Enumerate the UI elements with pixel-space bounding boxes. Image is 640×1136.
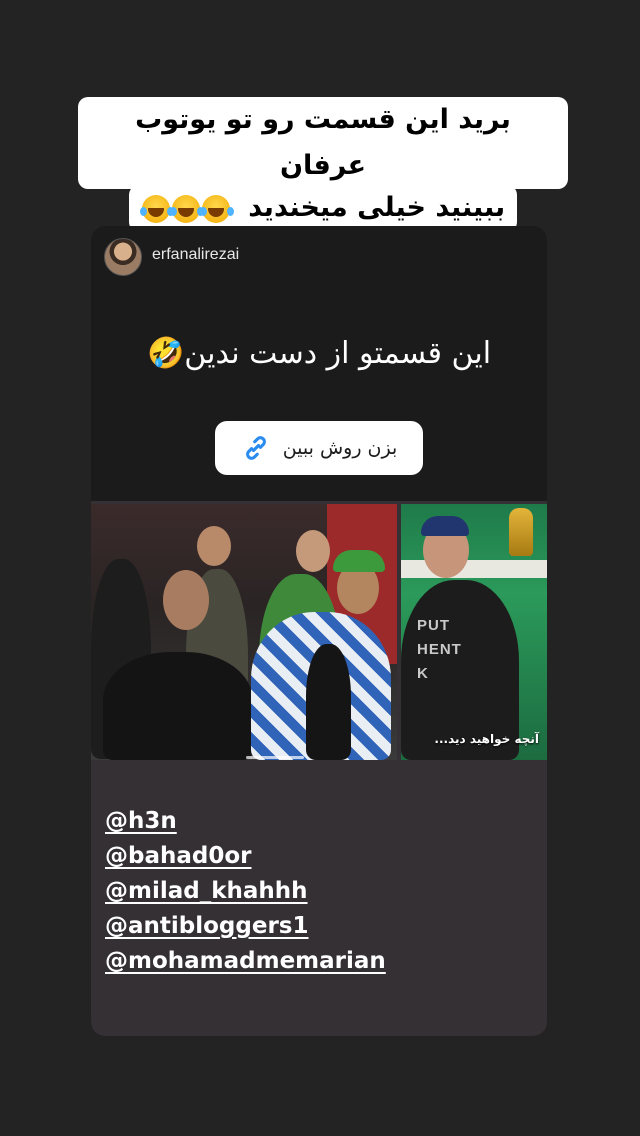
- mention-link[interactable]: @bahad0or: [105, 839, 386, 874]
- shared-post-card[interactable]: erfanalirezai این قسمتو از دست ندین🤣 بزن…: [91, 226, 547, 1036]
- person-head: [296, 530, 330, 572]
- mention-link[interactable]: @mohamadmemarian: [105, 944, 386, 979]
- person-head: [197, 526, 231, 566]
- mention-link[interactable]: @milad_khahhh: [105, 874, 386, 909]
- shirt-text-line: K: [417, 665, 429, 682]
- story-screen: برید این قسمت رو تو یوتوب عرفان ببینید خ…: [0, 0, 640, 1136]
- post-headline: این قسمتو از دست ندین🤣: [146, 336, 492, 371]
- link-sticker[interactable]: بزن روش ببین: [215, 421, 423, 475]
- person-head: [163, 570, 209, 630]
- video-overlay-text: آنچه خواهید دید...: [434, 732, 539, 746]
- green-cap: [333, 550, 385, 572]
- laughing-face-icon: [139, 195, 170, 223]
- caption-line-2-wrap: ببینید خیلی میخندید: [128, 185, 518, 232]
- video-progress-bar: [246, 756, 304, 759]
- link-sticker-label: بزن روش ببین: [282, 437, 398, 459]
- caption-line-2: ببینید خیلی میخندید: [248, 192, 506, 223]
- trophy-icon: [509, 508, 533, 556]
- video-thumbnail-side[interactable]: PUT HENT K آنچه خواهید دید...: [401, 504, 547, 760]
- shirt-text-line: PUT: [417, 617, 450, 634]
- laughing-face-icon: [199, 195, 230, 223]
- person-figure: [306, 644, 351, 760]
- mention-link[interactable]: @h3n: [105, 804, 386, 839]
- shirt-text-line: HENT: [417, 641, 462, 658]
- laughing-emoji-group: [139, 186, 231, 232]
- post-username[interactable]: erfanalirezai: [152, 246, 239, 264]
- mention-link[interactable]: @antibloggers1: [105, 909, 386, 944]
- video-thumbnail-main[interactable]: [91, 504, 397, 760]
- shelf: [401, 560, 547, 578]
- caption-line-1: برید این قسمت رو تو یوتوب عرفان: [78, 97, 568, 189]
- avatar[interactable]: [104, 238, 142, 276]
- person-figure: [103, 652, 253, 760]
- shirt-print: PUT HENT K: [417, 614, 462, 686]
- mentions-list: @h3n @bahad0or @milad_khahhh @antiblogge…: [105, 804, 386, 979]
- blue-cap: [421, 516, 469, 536]
- link-icon: [245, 436, 266, 460]
- laughing-face-icon: [169, 195, 200, 223]
- caption-sticker: برید این قسمت رو تو یوتوب عرفان ببینید خ…: [78, 97, 568, 232]
